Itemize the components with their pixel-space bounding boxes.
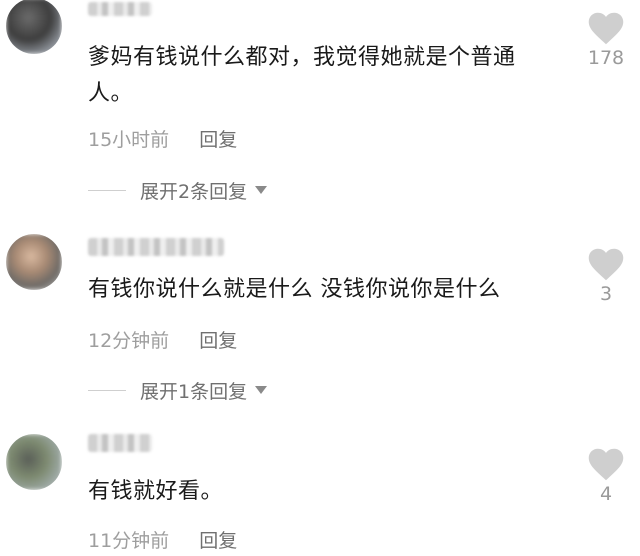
heart-icon — [588, 12, 624, 45]
divider-line — [88, 389, 126, 391]
comment-text: 有钱就好看。 — [88, 479, 224, 504]
caret-down-icon — [255, 386, 268, 394]
username[interactable] — [88, 238, 224, 256]
reply-button[interactable]: 回复 — [199, 125, 237, 152]
heart-icon — [588, 248, 624, 281]
avatar[interactable] — [6, 434, 62, 490]
comment-text: 有钱你说什么就是什么 没钱你说你是什么 — [88, 277, 501, 302]
heart-icon — [588, 448, 624, 481]
expand-replies-button[interactable]: 展开1条回复 — [88, 375, 268, 405]
comment-time: 11分钟前 — [88, 529, 170, 552]
like-count: 178 — [587, 47, 625, 69]
username[interactable] — [88, 434, 152, 452]
expand-replies-label: 展开2条回复 — [140, 180, 248, 203]
like-button[interactable]: 3 — [574, 248, 638, 305]
like-count: 3 — [599, 283, 613, 305]
comment-meta: 12分钟前 回复 — [88, 324, 237, 354]
divider-line — [88, 189, 126, 191]
caret-down-icon — [255, 186, 268, 194]
like-button[interactable]: 4 — [574, 448, 638, 505]
expand-replies-label: 展开1条回复 — [140, 380, 248, 403]
like-button[interactable]: 178 — [574, 12, 638, 69]
comment-text: 爹妈有钱说什么都对，我觉得她就是个普通人。 — [88, 45, 516, 106]
avatar[interactable] — [6, 234, 62, 290]
reply-button[interactable]: 回复 — [199, 326, 237, 353]
comment-time: 15小时前 — [88, 128, 170, 151]
comment-meta: 15小时前 回复 — [88, 123, 237, 153]
avatar[interactable] — [6, 0, 62, 54]
expand-replies-button[interactable]: 展开2条回复 — [88, 175, 268, 205]
like-count: 4 — [599, 483, 613, 505]
username[interactable] — [88, 2, 152, 16]
comment-meta: 11分钟前 回复 — [88, 524, 237, 554]
comment-time: 12分钟前 — [88, 329, 170, 352]
reply-button[interactable]: 回复 — [199, 526, 237, 553]
